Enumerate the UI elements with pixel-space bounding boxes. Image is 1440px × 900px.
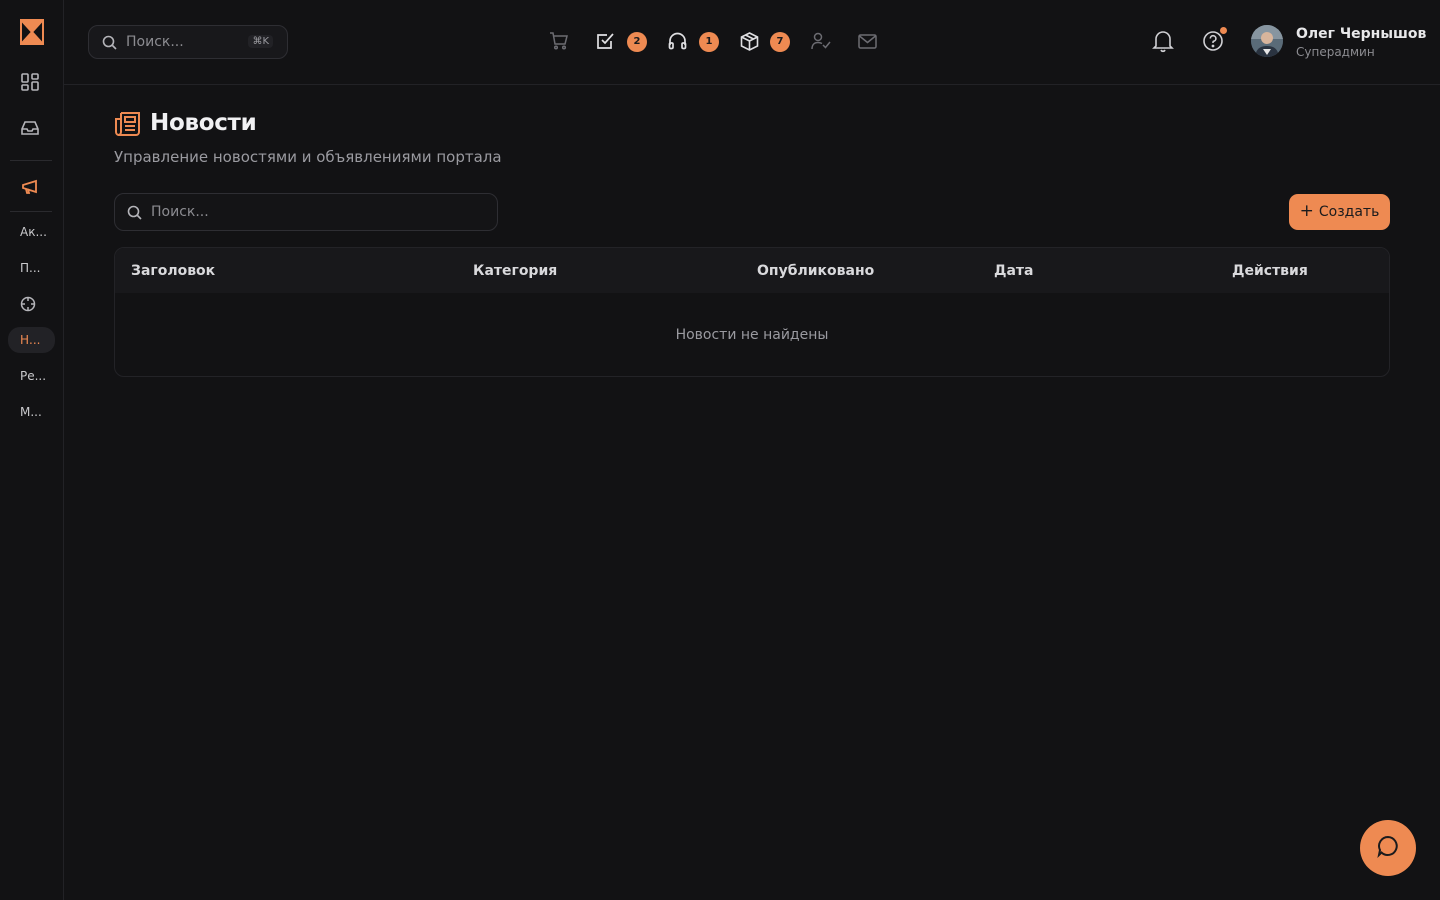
cart-icon[interactable]: [548, 30, 570, 52]
avatar[interactable]: [1251, 25, 1283, 57]
sidebar-item-news[interactable]: Н...: [8, 327, 55, 353]
sidebar-item-m[interactable]: М...: [8, 399, 55, 425]
column-header-actions: Действия: [1232, 263, 1308, 279]
create-button[interactable]: + Создать: [1289, 194, 1390, 230]
table-header: Заголовок Категория Опубликовано Дата Де…: [115, 248, 1389, 293]
page-title: Новости: [150, 110, 257, 136]
search-shortcut: ⌘K: [248, 35, 273, 48]
column-header-date[interactable]: Дата: [994, 263, 1033, 279]
mail-icon[interactable]: [856, 30, 878, 52]
tasks-icon[interactable]: [594, 30, 616, 52]
news-search-input[interactable]: Поиск...: [114, 193, 498, 231]
sidebar-divider: [10, 160, 52, 161]
topbar: Поиск... ⌘K 2 1 7 Олег Чернышов Суперадм…: [64, 0, 1440, 85]
search-placeholder: Поиск...: [151, 204, 209, 220]
chat-bubble-icon: [1376, 834, 1400, 862]
chat-button[interactable]: [1360, 820, 1416, 876]
page-subtitle: Управление новостями и объявлениями порт…: [114, 148, 502, 166]
crosshair-icon[interactable]: [17, 293, 39, 315]
sidebar: Ак... П... Н... Ре... М...: [0, 0, 64, 900]
search-icon: [127, 205, 142, 224]
user-check-icon[interactable]: [810, 30, 832, 52]
create-button-label: Создать: [1318, 204, 1380, 220]
headphones-icon[interactable]: [666, 30, 688, 52]
search-placeholder: Поиск...: [126, 34, 184, 50]
user-role: Суперадмин: [1296, 45, 1375, 59]
user-name[interactable]: Олег Чернышов: [1296, 26, 1426, 42]
global-search-input[interactable]: Поиск... ⌘K: [88, 25, 288, 59]
sidebar-item-p[interactable]: П...: [8, 255, 55, 281]
logo-icon[interactable]: [20, 19, 44, 45]
empty-state-text: Новости не найдены: [675, 327, 829, 343]
plus-icon: +: [1299, 200, 1314, 221]
bell-icon[interactable]: [1152, 29, 1174, 57]
help-notification-dot: [1220, 27, 1227, 34]
column-header-published[interactable]: Опубликовано: [757, 263, 874, 279]
sidebar-divider: [10, 211, 52, 212]
package-icon[interactable]: [738, 30, 760, 52]
dashboard-icon[interactable]: [19, 71, 41, 93]
column-header-category[interactable]: Категория: [473, 263, 557, 279]
support-badge: 1: [699, 32, 719, 52]
search-icon: [102, 35, 117, 54]
tasks-badge: 2: [627, 32, 647, 52]
inbox-icon[interactable]: [19, 117, 41, 139]
newspaper-icon: [114, 110, 142, 142]
sidebar-item-ak[interactable]: Ак...: [8, 219, 55, 245]
news-table: Заголовок Категория Опубликовано Дата Де…: [114, 247, 1390, 377]
column-header-title[interactable]: Заголовок: [131, 263, 215, 279]
megaphone-icon[interactable]: [19, 176, 41, 198]
sidebar-item-re[interactable]: Ре...: [8, 363, 55, 389]
packages-badge: 7: [770, 32, 790, 52]
